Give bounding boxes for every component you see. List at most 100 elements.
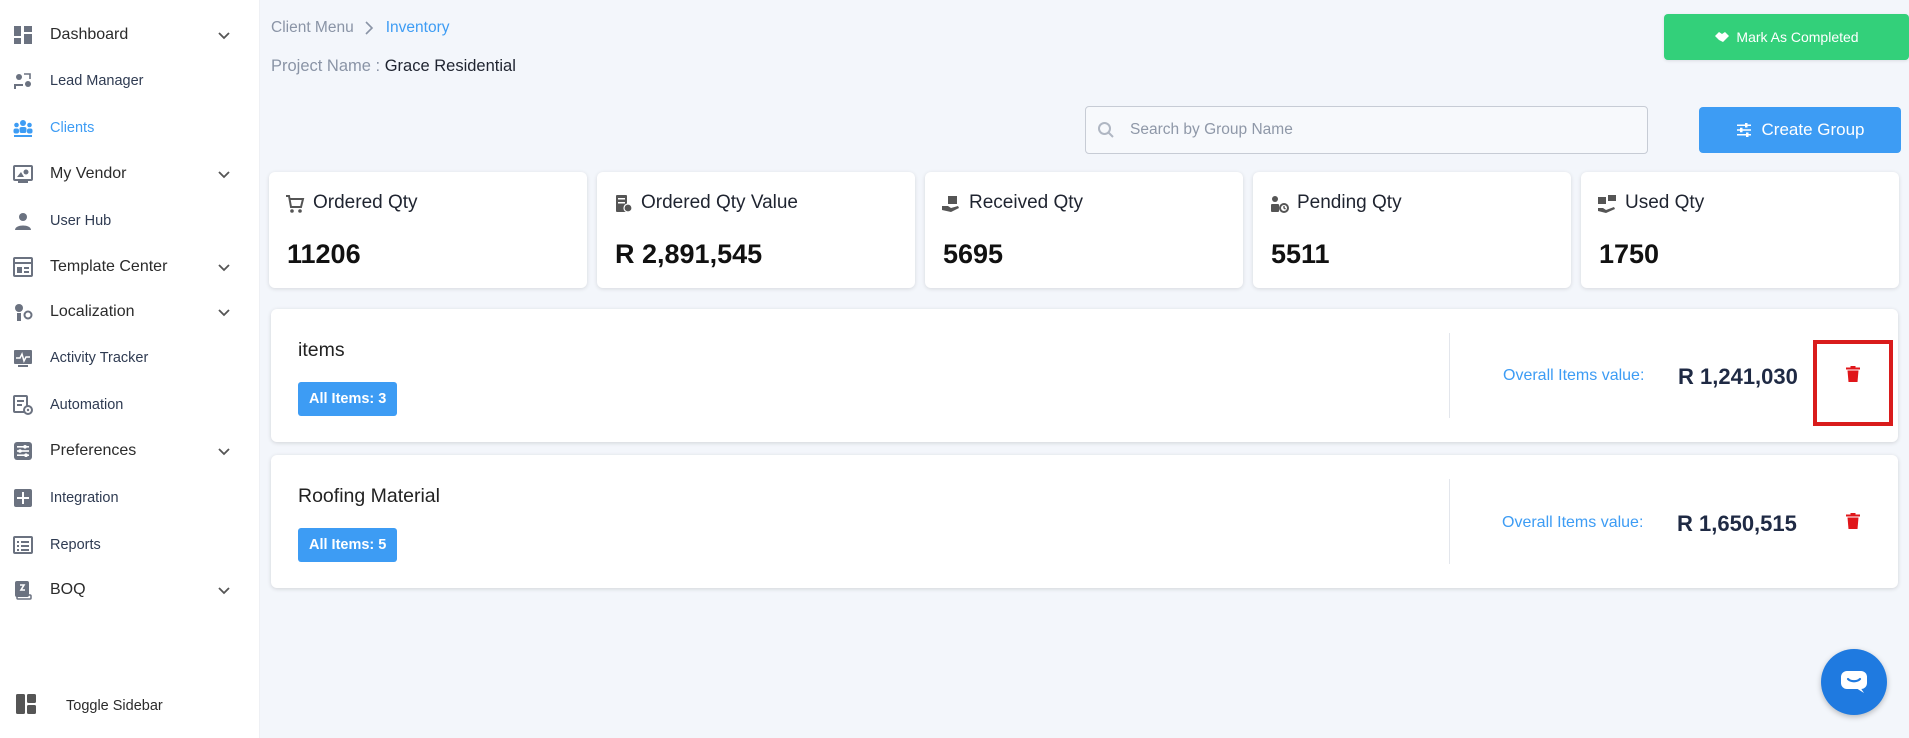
automation-icon [13,395,33,415]
all-items-badge[interactable]: All Items: 5 [298,528,398,562]
cart-icon [286,195,305,213]
stat-card-pending-qty: Pending Qty 5511 [1253,172,1571,288]
sidebar-item-user-hub[interactable]: User Hub [0,201,260,241]
stat-label: Ordered Qty Value [641,192,799,213]
breadcrumb-inventory[interactable]: Inventory [386,19,450,37]
chevron-down-icon [218,587,230,595]
sidebar-item-dashboard[interactable]: Dashboard [0,15,260,55]
stat-value: 5695 [943,239,1004,269]
mark-as-completed-label: Mark As Completed [1736,29,1859,45]
project-name: Project Name : Grace Residential [271,57,516,76]
stat-value: 5511 [1271,239,1330,269]
chat-icon [1841,671,1867,693]
stat-card-ordered-qty: Ordered Qty 11206 [269,172,587,288]
sidebar-item-label: Localization [50,303,135,320]
user-icon [13,211,33,231]
localization-icon [13,302,33,322]
delete-group-button[interactable] [1839,507,1867,535]
sidebar-item-label: Integration [50,490,119,506]
stat-label: Received Qty [969,192,1084,213]
used-icon [1598,195,1616,213]
handshake-icon [1715,32,1730,42]
chevron-down-icon [218,264,230,272]
sidebar-item-integration[interactable]: Integration [0,478,260,518]
sidebar-item-label: Automation [50,397,124,413]
sidebar-item-label: Template Center [50,258,168,275]
stat-value: 1750 [1599,239,1660,269]
create-group-button[interactable]: Create Group [1699,107,1901,153]
toggle-sidebar-label: Toggle Sidebar [66,698,163,714]
sidebar-item-activity-tracker[interactable]: Activity Tracker [0,338,260,378]
sidebar-item-label: Lead Manager [50,73,144,89]
breadcrumb: Client Menu Inventory [271,19,449,37]
sidebar-item-clients[interactable]: Clients [0,108,260,148]
sidebar-item-automation[interactable]: Automation [0,385,260,425]
search-box [1085,106,1648,154]
receipt-icon [616,195,633,213]
sidebar-item-localization[interactable]: Localization [0,292,260,332]
search-input[interactable] [1130,107,1630,153]
overall-items-value: R 1,650,515 [1677,511,1797,536]
lead-manager-icon [13,71,33,91]
chat-button[interactable] [1821,649,1887,715]
all-items-badge[interactable]: All Items: 3 [298,382,398,416]
breadcrumb-client-menu[interactable]: Client Menu [271,19,354,37]
boq-icon [13,580,33,600]
sidebar-item-label: Clients [50,120,95,136]
stat-value: R 2,891,545 [615,239,763,269]
chevron-down-icon [218,448,230,456]
create-group-label: Create Group [1761,120,1865,139]
stat-label: Ordered Qty [313,192,418,213]
integration-icon [13,488,33,508]
chevron-down-icon [218,309,230,317]
stat-card-used-qty: Used Qty 1750 [1581,172,1899,288]
sidebar-item-label: Preferences [50,442,137,459]
clients-icon [13,118,33,138]
delete-group-button[interactable] [1839,360,1867,388]
stat-card-ordered-qty-value: Ordered Qty Value R 2,891,545 [597,172,915,288]
trash-icon [1846,513,1860,529]
overall-items-value: R 1,241,030 [1678,364,1798,389]
sidebar-item-preferences[interactable]: Preferences [0,431,260,471]
stat-label: Used Qty [1625,192,1705,213]
sidebar-layout-icon [15,693,37,720]
search-icon [1098,122,1114,138]
sidebar-item-label: User Hub [50,213,112,229]
preferences-icon [13,441,33,461]
vendor-icon [13,164,33,184]
dashboard-icon [13,25,33,45]
mark-as-completed-button[interactable]: Mark As Completed [1664,14,1909,60]
sliders-icon [1736,123,1751,137]
pending-icon [1271,196,1289,213]
stat-card-received-qty: Received Qty 5695 [925,172,1243,288]
sidebar-item-reports[interactable]: Reports [0,525,260,565]
sidebar: Dashboard Lead Manager Clients My Vendor… [0,0,260,738]
group-card-roofing-material[interactable]: Roofing Material All Items: 5 Overall It… [271,455,1898,588]
reports-icon [13,535,33,555]
sidebar-item-label: Reports [50,537,101,553]
sidebar-item-lead-manager[interactable]: Lead Manager [0,61,260,101]
divider [1449,479,1450,564]
toggle-sidebar-button[interactable]: Toggle Sidebar [0,686,260,726]
sidebar-item-label: My Vendor [50,165,127,182]
overall-items-label: Overall Items value: [1502,514,1644,531]
sidebar-item-label: Dashboard [50,26,129,43]
project-name-label: Project Name : [271,57,381,75]
group-name: Roofing Material [298,485,440,507]
group-name: items [298,339,345,361]
sidebar-item-label: BOQ [50,581,86,598]
sidebar-item-my-vendor[interactable]: My Vendor [0,154,260,194]
chevron-down-icon [218,171,230,179]
sidebar-item-label: Activity Tracker [50,350,149,366]
project-name-value: Grace Residential [384,57,516,75]
received-icon [942,196,959,212]
stat-label: Pending Qty [1297,192,1402,213]
group-card-items[interactable]: items All Items: 3 Overall Items value: … [271,309,1898,442]
sidebar-item-boq[interactable]: BOQ [0,570,260,610]
stat-value: 11206 [287,239,361,269]
trash-icon [1846,366,1860,382]
divider [1449,333,1450,418]
chevron-down-icon [218,32,230,40]
overall-items-label: Overall Items value: [1503,367,1645,384]
sidebar-item-template-center[interactable]: Template Center [0,247,260,287]
